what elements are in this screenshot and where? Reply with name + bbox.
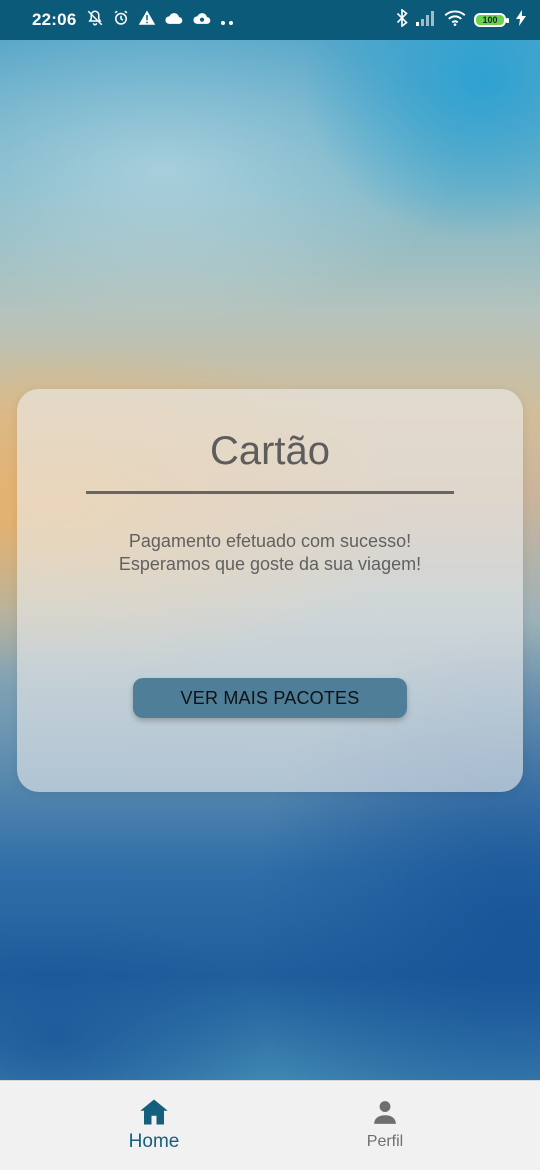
alarm-icon: [112, 9, 130, 31]
background-glow: [300, 40, 540, 240]
status-time: 22:06: [32, 10, 77, 29]
charging-icon: [516, 10, 526, 30]
status-bar: 22:06 100: [0, 0, 540, 40]
nav-label-home: Home: [128, 1131, 180, 1152]
nav-label-perfil: Perfil: [366, 1133, 404, 1150]
wifi-icon: [444, 10, 466, 30]
bottom-navigation: Home Perfil: [0, 1080, 540, 1170]
bluetooth-icon: [396, 8, 408, 31]
battery-icon: 100: [474, 13, 509, 27]
warning-icon: [138, 9, 156, 31]
see-more-packages-button[interactable]: VER MAIS PACOTES: [133, 678, 407, 718]
status-system-icons: 100: [396, 8, 526, 31]
cloud-icon: [164, 10, 184, 30]
success-message-line2: Esperamos que goste da sua viagem!: [118, 554, 422, 574]
nav-item-perfil[interactable]: Perfil: [315, 1081, 455, 1170]
person-icon: [370, 1097, 400, 1127]
status-notification-icons: [86, 9, 234, 31]
home-icon: [139, 1097, 169, 1127]
success-message: Pagamento efetuado com sucesso! Esperamo…: [17, 530, 523, 576]
title-divider: [86, 491, 454, 494]
card-title: Cartão: [209, 429, 331, 473]
app-screen: 22:06 100 Cartão Pagamento efetuado com …: [0, 0, 540, 1170]
signal-icon: [416, 10, 436, 30]
cloud-sync-icon: [192, 10, 212, 30]
payment-card-panel: Cartão Pagamento efetuado com sucesso! E…: [17, 389, 523, 792]
notifications-off-icon: [86, 9, 104, 31]
nav-item-home[interactable]: Home: [84, 1081, 224, 1170]
more-dots-icon: [220, 11, 234, 30]
success-message-line1: Pagamento efetuado com sucesso!: [128, 531, 412, 551]
